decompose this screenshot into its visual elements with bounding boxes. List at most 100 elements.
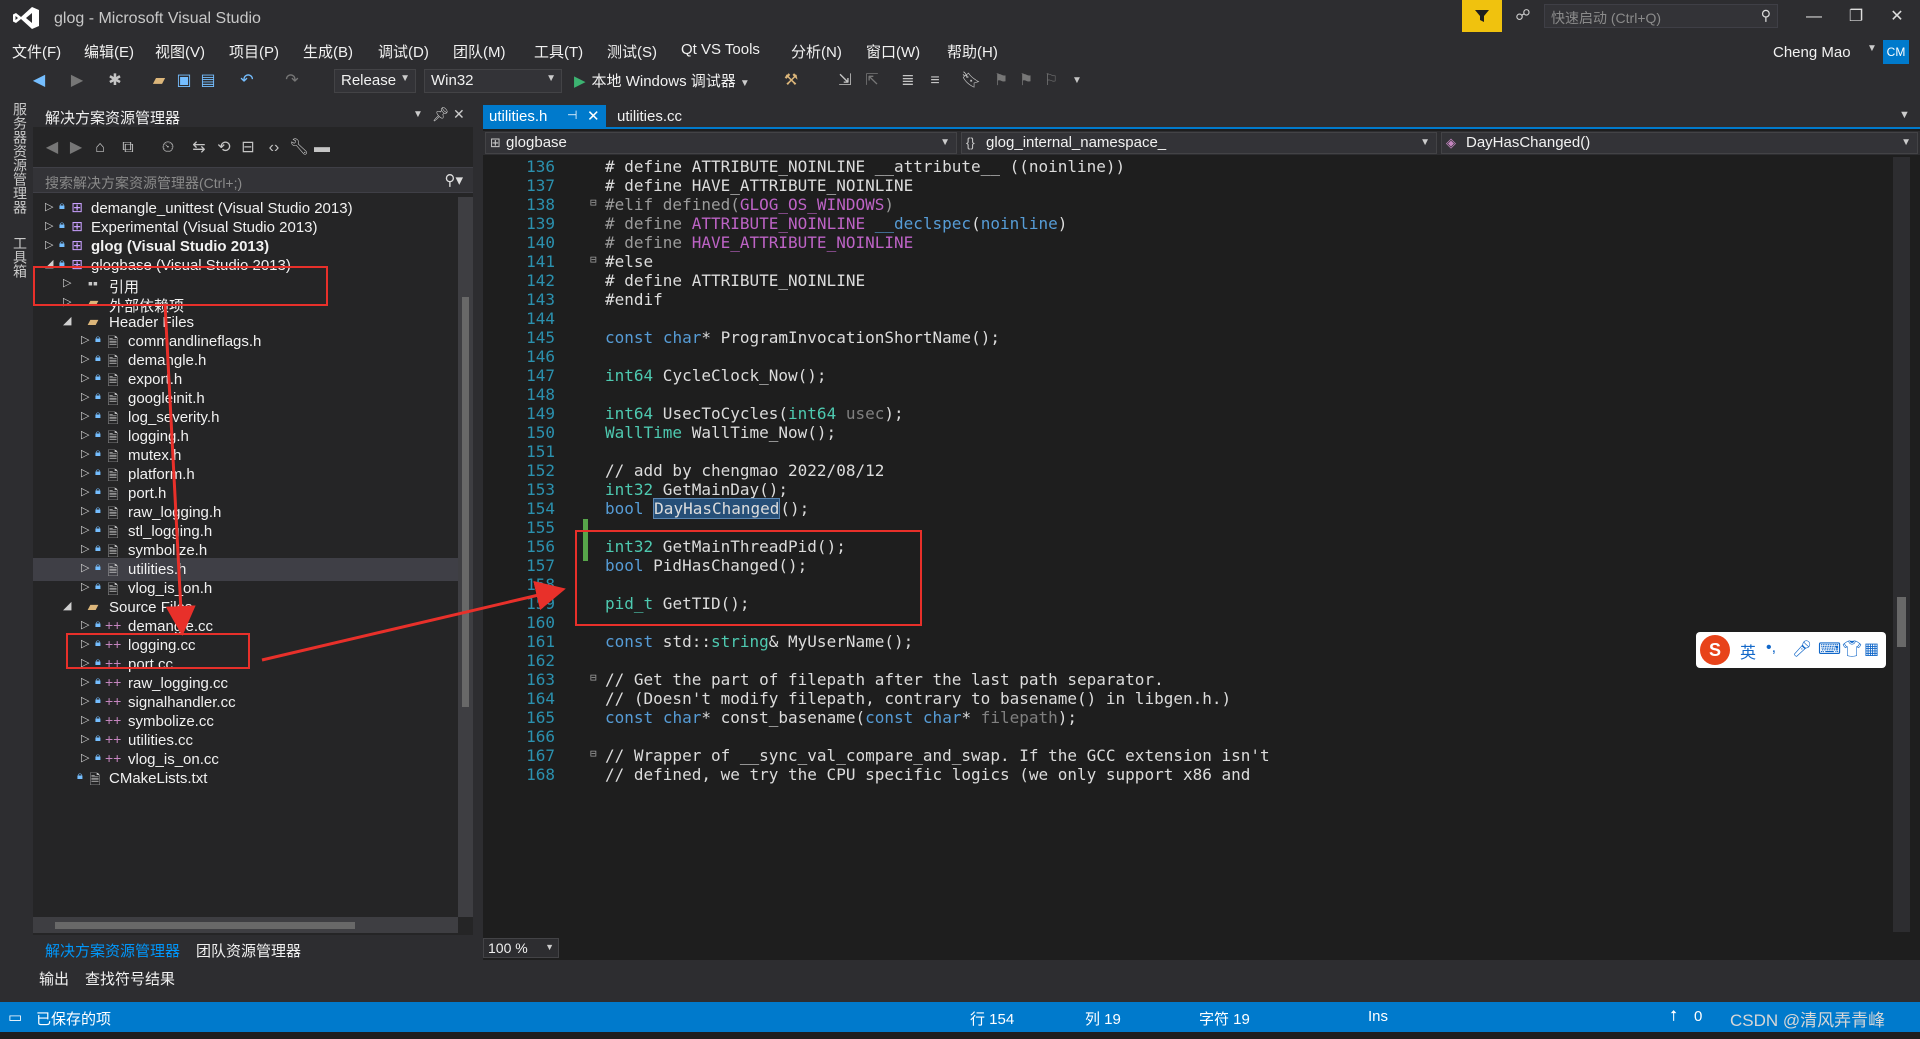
scrollbar-thumb[interactable] (462, 297, 469, 707)
sogou-logo-icon[interactable]: S (1700, 635, 1730, 665)
fold-toggle-icon[interactable]: ⊟ (590, 253, 597, 266)
pending-changes-filter-icon[interactable]: ⏲ (157, 137, 179, 159)
collapse-arrow-icon[interactable]: ◢ (63, 314, 71, 327)
toolbar-options-chevron-down-icon[interactable]: ▼ (1066, 70, 1088, 92)
ime-language-toggle[interactable]: 英 (1740, 639, 1756, 663)
expand-arrow-icon[interactable]: ▷ (81, 485, 89, 498)
home-icon[interactable]: ⌂ (89, 137, 111, 159)
expand-arrow-icon[interactable]: ▷ (81, 675, 89, 688)
window-position-chevron-down-icon[interactable]: ▼ (413, 109, 423, 120)
tab-list-chevron-down-icon[interactable]: ▼ (1899, 109, 1910, 121)
platform-select[interactable]: Win32 ▼ (424, 69, 562, 93)
notification-filter-icon[interactable] (1462, 0, 1502, 32)
expand-arrow-icon[interactable]: ▷ (45, 200, 53, 213)
attach-process-icon[interactable]: ⚒ (780, 70, 802, 92)
skin-icon[interactable]: 👕︎ (1842, 639, 1862, 659)
tab-utilities-cc[interactable]: utilities.cc (611, 105, 688, 127)
toolbox-grid-icon[interactable]: ▦ (1864, 639, 1879, 659)
scope-dropdown[interactable]: {} glog_internal_namespace_ ▼ (961, 132, 1437, 154)
expand-arrow-icon[interactable]: ▷ (45, 219, 53, 232)
expand-arrow-icon[interactable]: ▷ (81, 466, 89, 479)
expand-arrow-icon[interactable]: ▷ (81, 352, 89, 365)
project-dropdown[interactable]: ⊞ glogbase ▼ (485, 132, 957, 154)
sync-icon[interactable]: ⇆ (188, 137, 210, 159)
comment-lines-icon[interactable]: ≣ (897, 70, 919, 92)
step-into-icon[interactable]: ⇲ (834, 70, 856, 92)
redo-icon[interactable]: ↷ (281, 70, 303, 92)
menu-debug[interactable]: 调试(D) (378, 41, 429, 62)
refresh-icon[interactable]: ⟲ (213, 137, 235, 159)
save-icon[interactable]: ▣ (173, 70, 195, 92)
expand-arrow-icon[interactable]: ▷ (81, 390, 89, 403)
menu-analyze[interactable]: 分析(N) (791, 41, 842, 62)
user-name[interactable]: Cheng Mao (1773, 44, 1851, 61)
publish-count[interactable]: 0 (1694, 1008, 1702, 1025)
expand-arrow-icon[interactable]: ▷ (81, 618, 89, 631)
tab-output[interactable]: 输出 (39, 968, 69, 989)
scrollbar-thumb[interactable] (55, 922, 355, 929)
pin-icon[interactable]: ⊣ (567, 108, 577, 122)
menu-edit[interactable]: 编辑(E) (84, 41, 134, 62)
menu-qt-vs-tools[interactable]: Qt VS Tools (681, 41, 760, 58)
expand-arrow-icon[interactable]: ▷ (81, 542, 89, 555)
menu-project[interactable]: 项目(P) (229, 41, 279, 62)
menu-window[interactable]: 窗口(W) (866, 41, 920, 62)
expand-arrow-icon[interactable]: ▷ (81, 561, 89, 574)
expand-arrow-icon[interactable]: ▷ (81, 371, 89, 384)
minimize-button[interactable]: — (1797, 4, 1831, 30)
save-all-icon[interactable]: ▤ (197, 70, 219, 92)
expand-arrow-icon[interactable]: ▷ (81, 409, 89, 422)
close-button[interactable]: ✕ (1880, 4, 1914, 30)
collapse-all-icon[interactable]: ⊟ (237, 137, 259, 159)
scrollbar-thumb[interactable] (1897, 597, 1906, 647)
solution-search-input[interactable]: 搜索解决方案资源管理器(Ctrl+;) ⚲▾ (33, 167, 473, 193)
configuration-select[interactable]: Release ▼ (334, 69, 416, 93)
vertical-scrollbar[interactable] (458, 197, 473, 917)
clear-bookmarks-icon[interactable]: ⚐ (1040, 70, 1062, 92)
menu-help[interactable]: 帮助(H) (947, 41, 998, 62)
preview-icon[interactable]: ▬ (311, 137, 333, 159)
open-file-icon[interactable]: ▰ (148, 70, 170, 92)
punctuation-icon[interactable]: •, (1766, 639, 1776, 657)
uncomment-lines-icon[interactable]: ≡ (924, 70, 946, 92)
forward-icon[interactable]: ▶ (65, 137, 87, 159)
member-dropdown[interactable]: ◈ DayHasChanged() ▼ (1441, 132, 1918, 154)
quick-launch-input[interactable]: 快速启动 (Ctrl+Q) ⚲ (1544, 4, 1778, 28)
prev-bookmark-icon[interactable]: ⚑ (990, 70, 1012, 92)
publish-arrow-up-icon[interactable]: ⭡ (1670, 1008, 1677, 1025)
next-bookmark-icon[interactable]: ⚑ (1015, 70, 1037, 92)
tab-utilities-h[interactable]: utilities.h ⊣ ✕ (483, 105, 606, 127)
keyboard-icon[interactable]: ⌨ (1818, 639, 1841, 659)
expand-arrow-icon[interactable]: ▷ (81, 447, 89, 460)
fold-toggle-icon[interactable]: ⊟ (590, 671, 597, 684)
expand-arrow-icon[interactable]: ▷ (81, 428, 89, 441)
back-icon[interactable]: ◀ (41, 137, 63, 159)
expand-arrow-icon[interactable]: ▷ (81, 713, 89, 726)
tab-find-symbol-results[interactable]: 查找符号结果 (85, 968, 175, 989)
navigate-back-icon[interactable]: ◀ (28, 70, 50, 92)
expand-arrow-icon[interactable]: ▷ (81, 580, 89, 593)
switch-views-icon[interactable]: ⧉ (117, 137, 139, 159)
menu-file[interactable]: 文件(F) (12, 41, 61, 62)
fold-toggle-icon[interactable]: ⊟ (590, 747, 597, 760)
new-project-icon[interactable]: ✱ (104, 70, 126, 92)
navigate-forward-icon[interactable]: ▶ (66, 70, 88, 92)
menu-view[interactable]: 视图(V) (155, 41, 205, 62)
close-icon[interactable]: ✕ (453, 106, 465, 123)
step-over-icon[interactable]: ⇱ (861, 70, 883, 92)
expand-arrow-icon[interactable]: ▷ (45, 238, 53, 251)
expand-arrow-icon[interactable]: ▷ (81, 504, 89, 517)
menu-test[interactable]: 测试(S) (607, 41, 657, 62)
start-debugging-button[interactable]: ▶ 本地 Windows 调试器 ▼ (574, 70, 750, 92)
restore-button[interactable]: ❐ (1839, 4, 1873, 30)
menu-team[interactable]: 团队(M) (453, 41, 506, 62)
tab-solution-explorer[interactable]: 解决方案资源管理器 (45, 940, 180, 961)
menu-tools[interactable]: 工具(T) (534, 41, 583, 62)
tab-team-explorer[interactable]: 团队资源管理器 (196, 940, 301, 961)
menu-build[interactable]: 生成(B) (303, 41, 353, 62)
close-icon[interactable]: ✕ (587, 107, 600, 125)
toolbox-tab[interactable]: 工具箱 (10, 236, 30, 278)
user-menu-chevron-down-icon[interactable]: ▼ (1867, 43, 1877, 54)
pin-icon[interactable]: 📌︎ (432, 106, 450, 123)
zoom-level-select[interactable]: 100 % ▼ (483, 938, 559, 958)
